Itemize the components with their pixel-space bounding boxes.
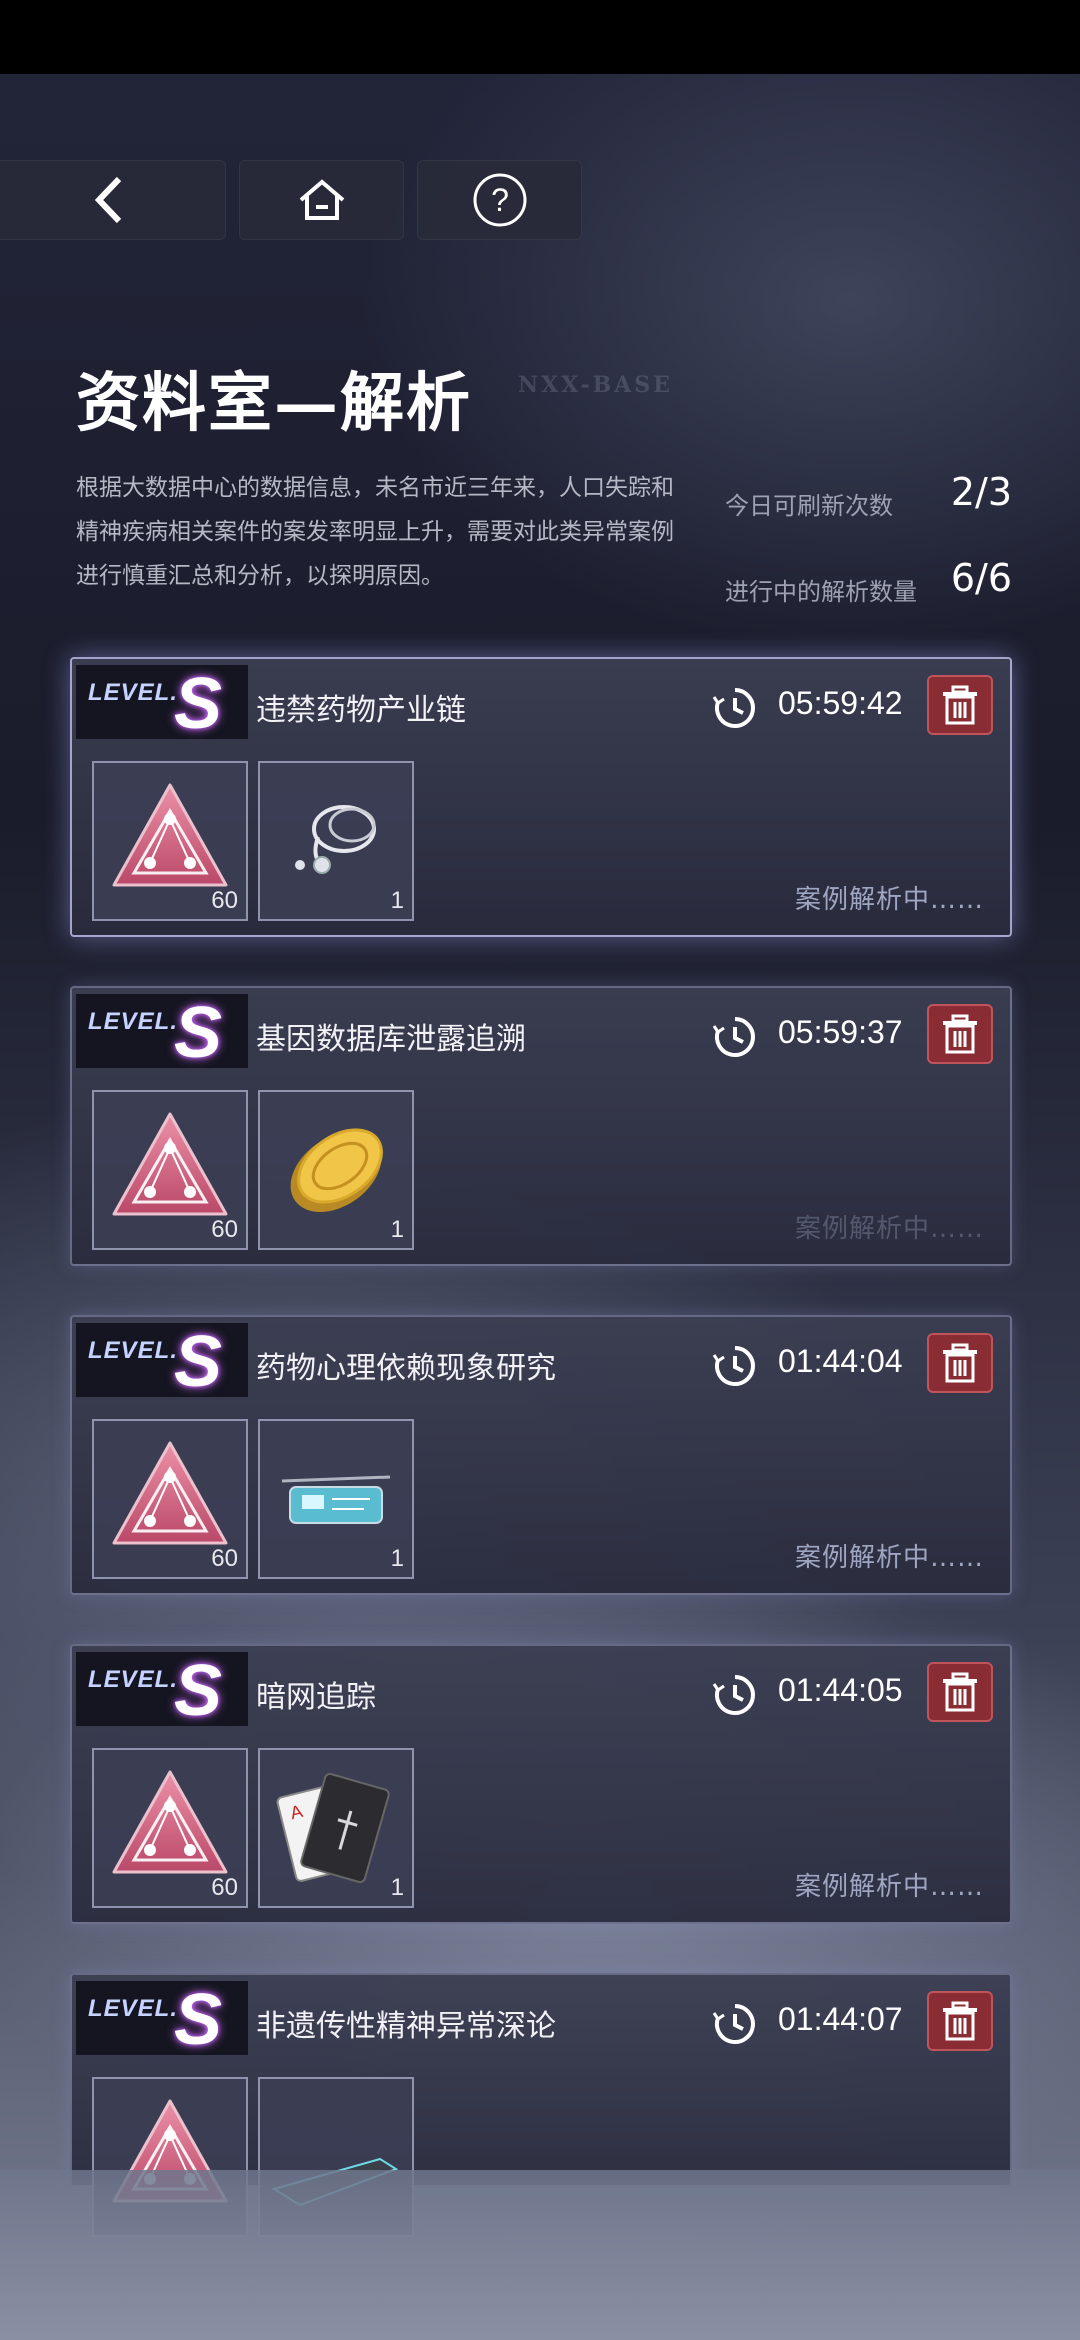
level-prefix: LEVEL. (88, 679, 179, 706)
reward-slot-item[interactable]: 1 (258, 761, 414, 921)
level-badge: LEVEL. S (76, 664, 248, 744)
level-grade: S (174, 993, 223, 1073)
tech-glasses-icon (281, 1475, 391, 1524)
reward-slot-chip[interactable]: 60 (92, 1419, 248, 1579)
level-grade: S (174, 1980, 223, 2060)
level-badge: LEVEL. S (76, 1651, 248, 1731)
case-name: 基因数据库泄露追溯 (256, 1022, 526, 1057)
clock-icon (712, 2004, 755, 2044)
reward-count: 1 (390, 887, 404, 914)
case-card[interactable]: LEVEL. S 非遗传性精神异常深论 01:44:07 (70, 1973, 1012, 2237)
case-name: 非遗传性精神异常深论 (256, 2009, 556, 2044)
level-badge: LEVEL. S (76, 993, 248, 1073)
refresh-count-label: 今日可刷新次数 (725, 492, 893, 520)
help-button[interactable]: ? (417, 160, 582, 240)
page-title: 资料室—解析 (76, 366, 472, 441)
case-card[interactable]: LEVEL. S 违禁药物产业链 05:59:42 60 1 案例解析中…… (70, 657, 1012, 937)
timer-clock (712, 685, 758, 735)
timer-clock (712, 1343, 758, 1393)
bottom-fade-overlay (0, 2170, 1080, 2340)
case-status: 案例解析中…… (794, 1214, 984, 1244)
case-timer: 01:44:04 (778, 1343, 903, 1379)
analyzing-count-value: 6/6 (950, 556, 1012, 600)
analyzing-count-label: 进行中的解析数量 (725, 578, 917, 606)
case-name: 暗网追踪 (256, 1680, 376, 1715)
level-prefix: LEVEL. (88, 1666, 179, 1693)
help-icon: ? (473, 173, 526, 227)
clock-icon (712, 1346, 755, 1386)
trash-icon (943, 1343, 977, 1383)
level-prefix: LEVEL. (88, 1995, 179, 2022)
reward-count: 1 (390, 1216, 404, 1243)
case-status: 案例解析中…… (794, 1872, 984, 1902)
clock-icon (712, 1675, 755, 1715)
delete-case-button[interactable] (927, 1662, 993, 1722)
level-badge: LEVEL. S (76, 1322, 248, 1402)
case-timer: 01:44:05 (778, 1672, 903, 1708)
playing-cards-icon: A (276, 1772, 390, 1884)
refresh-count-value: 2/3 (950, 470, 1012, 514)
case-timer: 05:59:42 (778, 685, 903, 721)
clock-icon (712, 688, 755, 728)
home-icon (299, 179, 344, 220)
reward-count: 60 (211, 1216, 238, 1243)
case-card[interactable]: LEVEL. S 基因数据库泄露追溯 05:59:37 60 1 案例解析中…… (70, 986, 1012, 1266)
reward-count: 60 (211, 1545, 238, 1572)
case-card[interactable]: LEVEL. S 药物心理依赖现象研究 01:44:04 60 1 案例解析中…… (70, 1315, 1012, 1595)
page-description: 根据大数据中心的数据信息，未名市近三年来，人口失踪和精神疾病相关案件的案发率明显… (76, 475, 674, 589)
reward-slot-item[interactable]: A1 (258, 1748, 414, 1908)
trash-icon (943, 1014, 977, 1054)
case-card[interactable]: LEVEL. S 暗网追踪 01:44:05 60 A 1 案例解析中…… (70, 1644, 1012, 1924)
reward-count: 1 (390, 1874, 404, 1901)
trash-icon (943, 2001, 977, 2041)
delete-case-button[interactable] (927, 1004, 993, 1064)
level-grade: S (174, 1651, 223, 1731)
case-status: 案例解析中…… (794, 885, 984, 915)
trash-icon (943, 685, 977, 725)
level-badge: LEVEL. S (76, 1980, 248, 2060)
trash-icon (943, 1672, 977, 1712)
case-timer: 01:44:07 (778, 2001, 903, 2037)
level-grade: S (174, 664, 223, 744)
reward-count: 1 (390, 1545, 404, 1572)
case-name: 违禁药物产业链 (256, 693, 466, 728)
case-name: 药物心理依赖现象研究 (256, 1351, 556, 1386)
clock-icon (712, 1017, 755, 1057)
reward-slot-item[interactable]: 1 (258, 1090, 414, 1250)
status-bar (0, 0, 1080, 74)
delete-case-button[interactable] (927, 1333, 993, 1393)
back-button[interactable] (0, 160, 226, 240)
delete-case-button[interactable] (927, 1991, 993, 2051)
reward-slot-chip[interactable]: 60 (92, 1090, 248, 1250)
stethoscope-icon (295, 805, 376, 874)
case-status: 案例解析中…… (794, 1543, 984, 1573)
gold-coin-icon (290, 1128, 383, 1212)
reward-slot-chip[interactable]: 60 (92, 761, 248, 921)
level-grade: S (174, 1322, 223, 1402)
level-prefix: LEVEL. (88, 1008, 179, 1035)
reward-count: 60 (211, 1874, 238, 1901)
level-prefix: LEVEL. (88, 1337, 179, 1364)
timer-clock (712, 1014, 758, 1064)
reward-slot-item[interactable]: 1 (258, 1419, 414, 1579)
back-arrow-icon (94, 176, 122, 224)
svg-text:?: ? (491, 182, 509, 218)
reward-count: 60 (211, 887, 238, 914)
timer-clock (712, 2001, 758, 2051)
reward-slot-chip[interactable]: 60 (92, 1748, 248, 1908)
timer-clock (712, 1672, 758, 1722)
delete-case-button[interactable] (927, 675, 993, 735)
home-button[interactable] (239, 160, 404, 240)
case-timer: 05:59:37 (778, 1014, 903, 1050)
page-subtitle-en: NXX-BASE (518, 372, 673, 398)
